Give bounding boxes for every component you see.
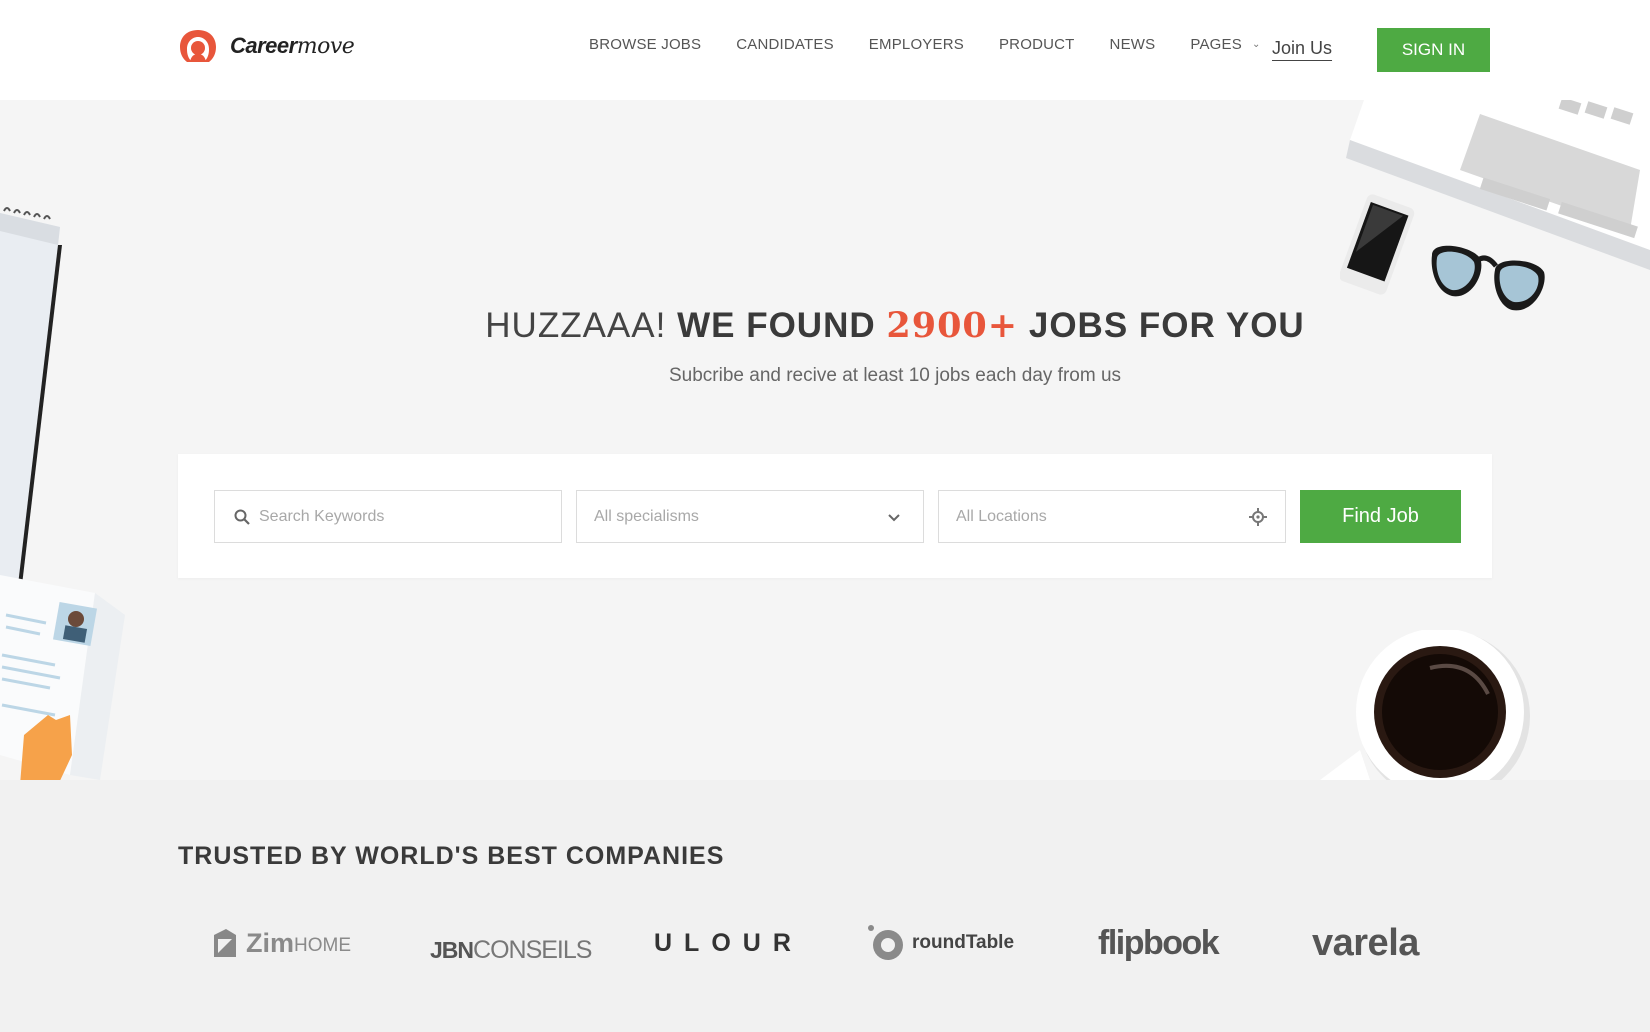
specialisms-select[interactable]: All specialisms — [576, 490, 924, 543]
chevron-down-icon: ⌄ — [1251, 39, 1261, 50]
hero-title: HUZZAAA! WE FOUND 2900+ JOBS FOR YOU — [0, 305, 1650, 346]
company-suffix: HOME — [294, 935, 352, 956]
sign-in-button[interactable]: SIGN IN — [1377, 28, 1490, 72]
main-nav: BROWSE JOBS CANDIDATES EMPLOYERS PRODUCT… — [589, 36, 1296, 53]
chevron-down-icon — [888, 513, 900, 521]
company-name: JBN — [430, 936, 474, 963]
job-count: 2900+ — [886, 305, 1019, 346]
companies-title: TRUSTED BY WORLD'S BEST COMPANIES — [178, 842, 725, 870]
company-logo-flipbook[interactable]: flipbook — [1098, 908, 1220, 978]
nav-employers[interactable]: EMPLOYERS — [869, 36, 964, 53]
keywords-field[interactable] — [214, 490, 562, 543]
company-name: ULOUR — [654, 928, 803, 957]
hero-title-found: WE FOUND — [677, 306, 876, 345]
brand-name: Careermove — [230, 33, 355, 59]
search-keywords-input[interactable] — [259, 507, 561, 526]
zim-mark-icon — [214, 929, 236, 957]
company-logo-zimhome[interactable]: Zim HOME — [212, 908, 351, 978]
nav-browse-jobs[interactable]: BROWSE JOBS — [589, 36, 701, 53]
company-name: flipbook — [1098, 923, 1220, 962]
brand-logo[interactable]: Careermove — [178, 28, 355, 64]
company-logo-varela[interactable]: varela — [1312, 908, 1419, 978]
locate-icon[interactable] — [1249, 507, 1267, 526]
company-logo-ulour[interactable]: ULOUR — [654, 908, 803, 978]
nav-pages[interactable]: PAGES ⌄ — [1190, 36, 1260, 53]
resume-illustration — [0, 575, 125, 780]
job-search-form: All specialisms All Locations Find Job — [178, 454, 1492, 578]
nav-pages-label: PAGES — [1190, 36, 1242, 53]
company-logo-roundtable[interactable]: roundTable — [866, 908, 1014, 978]
hero-subtitle: Subcribe and recive at least 10 jobs eac… — [668, 365, 1122, 386]
location-field[interactable]: All Locations — [938, 490, 1286, 543]
search-icon — [234, 509, 250, 525]
company-logos: Zim HOME JBN CONSEILS ULOUR roundTable f… — [178, 908, 1492, 978]
logo-mark-icon — [180, 30, 216, 62]
site-header: Careermove BROWSE JOBS CANDIDATES EMPLOY… — [0, 0, 1650, 100]
hero-title-light: HUZZAAA! — [485, 306, 667, 345]
company-name: roundTable — [912, 932, 1015, 953]
hero-section: HUZZAAA! WE FOUND 2900+ JOBS FOR YOU Sub… — [0, 100, 1650, 780]
location-placeholder: All Locations — [956, 507, 1047, 525]
notebook-illustration — [0, 207, 62, 585]
join-us-link[interactable]: Join Us — [1272, 38, 1332, 59]
find-job-button[interactable]: Find Job — [1300, 490, 1461, 543]
nav-candidates[interactable]: CANDIDATES — [736, 36, 834, 53]
desk-illustration — [1340, 100, 1650, 311]
coffee-cup-illustration — [1320, 630, 1530, 780]
nav-news[interactable]: NEWS — [1110, 36, 1156, 53]
company-name: varela — [1312, 921, 1419, 964]
company-name: Zim — [246, 927, 295, 958]
company-suffix: CONSEILS — [473, 935, 592, 964]
hero-title-jobs: JOBS FOR YOU — [1028, 306, 1305, 345]
nav-product[interactable]: PRODUCT — [999, 36, 1075, 53]
specialisms-selected-value: All specialisms — [594, 507, 699, 525]
roundtable-mark-icon — [868, 925, 903, 960]
companies-section: TRUSTED BY WORLD'S BEST COMPANIES Zim HO… — [0, 780, 1650, 1032]
company-logo-jbnconseils[interactable]: JBN CONSEILS — [430, 908, 592, 978]
